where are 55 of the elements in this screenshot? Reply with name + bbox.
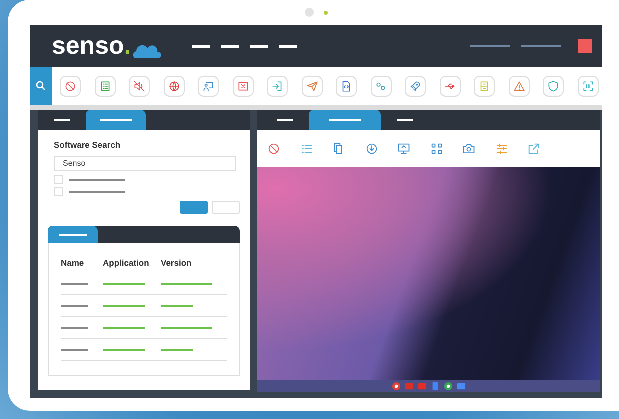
tool-button[interactable] bbox=[440, 76, 460, 96]
placeholder-line bbox=[69, 190, 125, 192]
tool-button[interactable] bbox=[94, 76, 116, 96]
checkbox[interactable] bbox=[54, 175, 63, 184]
tool-button[interactable] bbox=[267, 76, 288, 96]
sliders-icon[interactable] bbox=[494, 142, 508, 156]
search-field[interactable]: Senso bbox=[54, 156, 236, 171]
placeholder-line bbox=[61, 326, 88, 328]
placeholder-line bbox=[61, 282, 88, 284]
placeholder-line bbox=[103, 282, 145, 284]
placeholder-bar[interactable] bbox=[221, 44, 239, 48]
placeholder-bar[interactable] bbox=[192, 44, 210, 48]
placeholder-bar[interactable] bbox=[279, 44, 297, 48]
grid-icon[interactable] bbox=[430, 142, 444, 156]
tool-button[interactable] bbox=[129, 76, 150, 96]
column-header: Application bbox=[103, 258, 150, 268]
placeholder-bar[interactable] bbox=[250, 44, 268, 48]
placeholder-line bbox=[103, 348, 145, 350]
camera-dot bbox=[304, 8, 314, 17]
mail-icon[interactable] bbox=[404, 382, 414, 390]
document-icon[interactable] bbox=[430, 382, 440, 390]
tool-button[interactable] bbox=[405, 76, 426, 96]
tool-button[interactable] bbox=[336, 76, 357, 96]
tool-button[interactable] bbox=[302, 76, 322, 96]
tool-button[interactable] bbox=[578, 76, 598, 96]
cloud-icon bbox=[132, 44, 162, 58]
tool-button[interactable] bbox=[232, 76, 254, 96]
placeholder-line bbox=[61, 304, 88, 306]
tool-button[interactable] bbox=[508, 76, 530, 96]
placeholder-line bbox=[103, 326, 145, 328]
share-icon[interactable] bbox=[527, 142, 541, 156]
column-header: Name bbox=[61, 258, 86, 268]
tool-button[interactable] bbox=[164, 76, 184, 96]
search-button[interactable] bbox=[30, 67, 52, 105]
tool-button[interactable] bbox=[198, 76, 219, 96]
tool-button[interactable] bbox=[543, 76, 564, 96]
camera-icon[interactable] bbox=[462, 142, 476, 156]
download-icon[interactable] bbox=[364, 142, 378, 156]
logo-text: senso. bbox=[52, 34, 132, 58]
tool-button[interactable] bbox=[60, 76, 81, 96]
placeholder-line bbox=[69, 178, 125, 180]
placeholder-line bbox=[161, 282, 212, 284]
monitor-icon[interactable] bbox=[397, 142, 411, 156]
placeholder-line bbox=[103, 304, 145, 306]
search-label: Software Search bbox=[54, 140, 122, 150]
column-header: Version bbox=[161, 258, 193, 268]
checkbox[interactable] bbox=[54, 187, 63, 196]
prohibited-icon[interactable] bbox=[267, 142, 281, 156]
search-icon bbox=[35, 80, 47, 92]
tool-button[interactable] bbox=[370, 76, 392, 96]
placeholder-line bbox=[161, 326, 212, 328]
placeholder-line bbox=[61, 348, 88, 350]
placeholder-line bbox=[161, 304, 193, 306]
placeholder-line bbox=[161, 348, 193, 350]
sensor-dot bbox=[324, 10, 328, 14]
